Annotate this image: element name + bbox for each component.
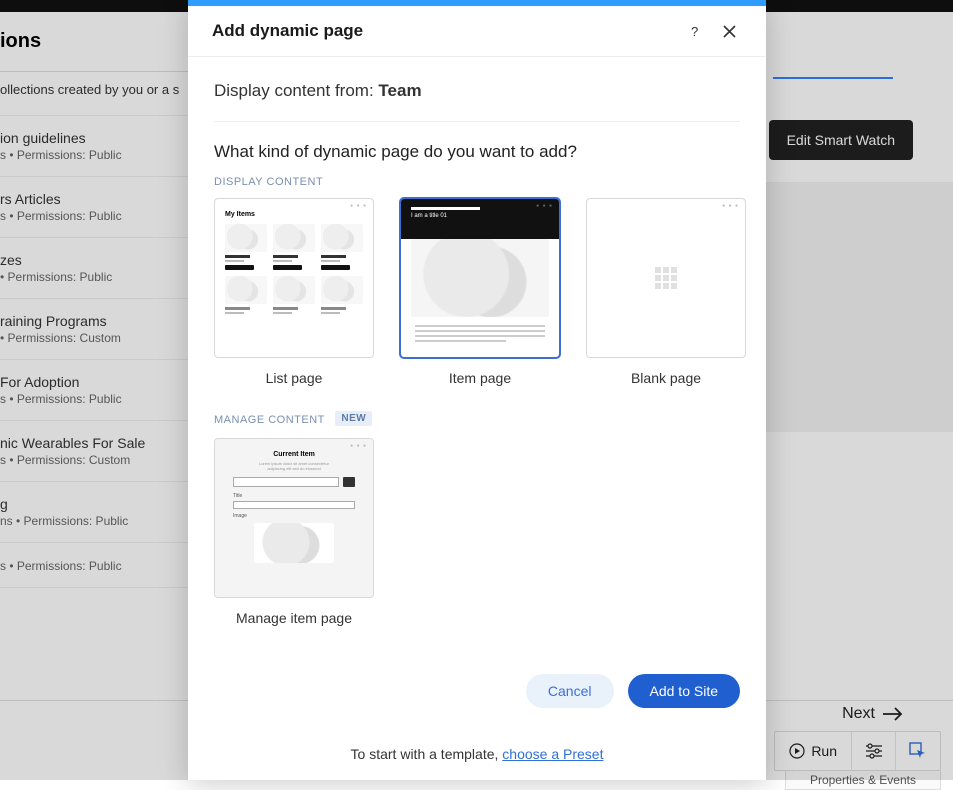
thumb-manage-title: Current Item [233,451,355,458]
help-icon: ? [687,24,701,38]
page-type-question: What kind of dynamic page do you want to… [214,142,740,162]
source-label: Display content from: [214,81,378,100]
section-manage-content: MANAGE CONTENT NEW [214,410,740,428]
footer-template-text: To start with a template, choose a Prese… [214,746,740,762]
add-dynamic-page-modal: Add dynamic page ? Display content from:… [188,0,766,780]
thumb-item-title: I am a title 01 [411,213,447,219]
new-badge: NEW [335,411,372,426]
close-icon [723,25,736,38]
item-page-label: Item page [449,370,511,386]
manage-item-page-label: Manage item page [236,610,352,626]
list-page-option[interactable]: ● ● ● My Items List page [214,198,374,386]
cancel-button[interactable]: Cancel [526,674,614,708]
manage-item-page-option[interactable]: ● ● ● Current Item Lorem ipsum dolor sit… [214,438,374,626]
svg-text:?: ? [691,24,698,38]
help-button[interactable]: ? [681,20,707,42]
item-page-option[interactable]: ● ● ● I am a title 01 Item page [400,198,560,386]
content-source-line: Display content from: Team [214,81,740,101]
source-name: Team [378,81,421,100]
close-button[interactable] [717,21,742,42]
thumb-list-title: My Items [225,211,363,218]
add-to-site-button[interactable]: Add to Site [628,674,741,708]
blank-page-label: Blank page [631,370,701,386]
modal-title: Add dynamic page [212,21,681,41]
blank-page-option[interactable]: ● ● ● Blank page [586,198,746,386]
section-display-content: DISPLAY CONTENT [214,176,740,188]
choose-preset-link[interactable]: choose a Preset [502,746,603,762]
list-page-label: List page [266,370,323,386]
